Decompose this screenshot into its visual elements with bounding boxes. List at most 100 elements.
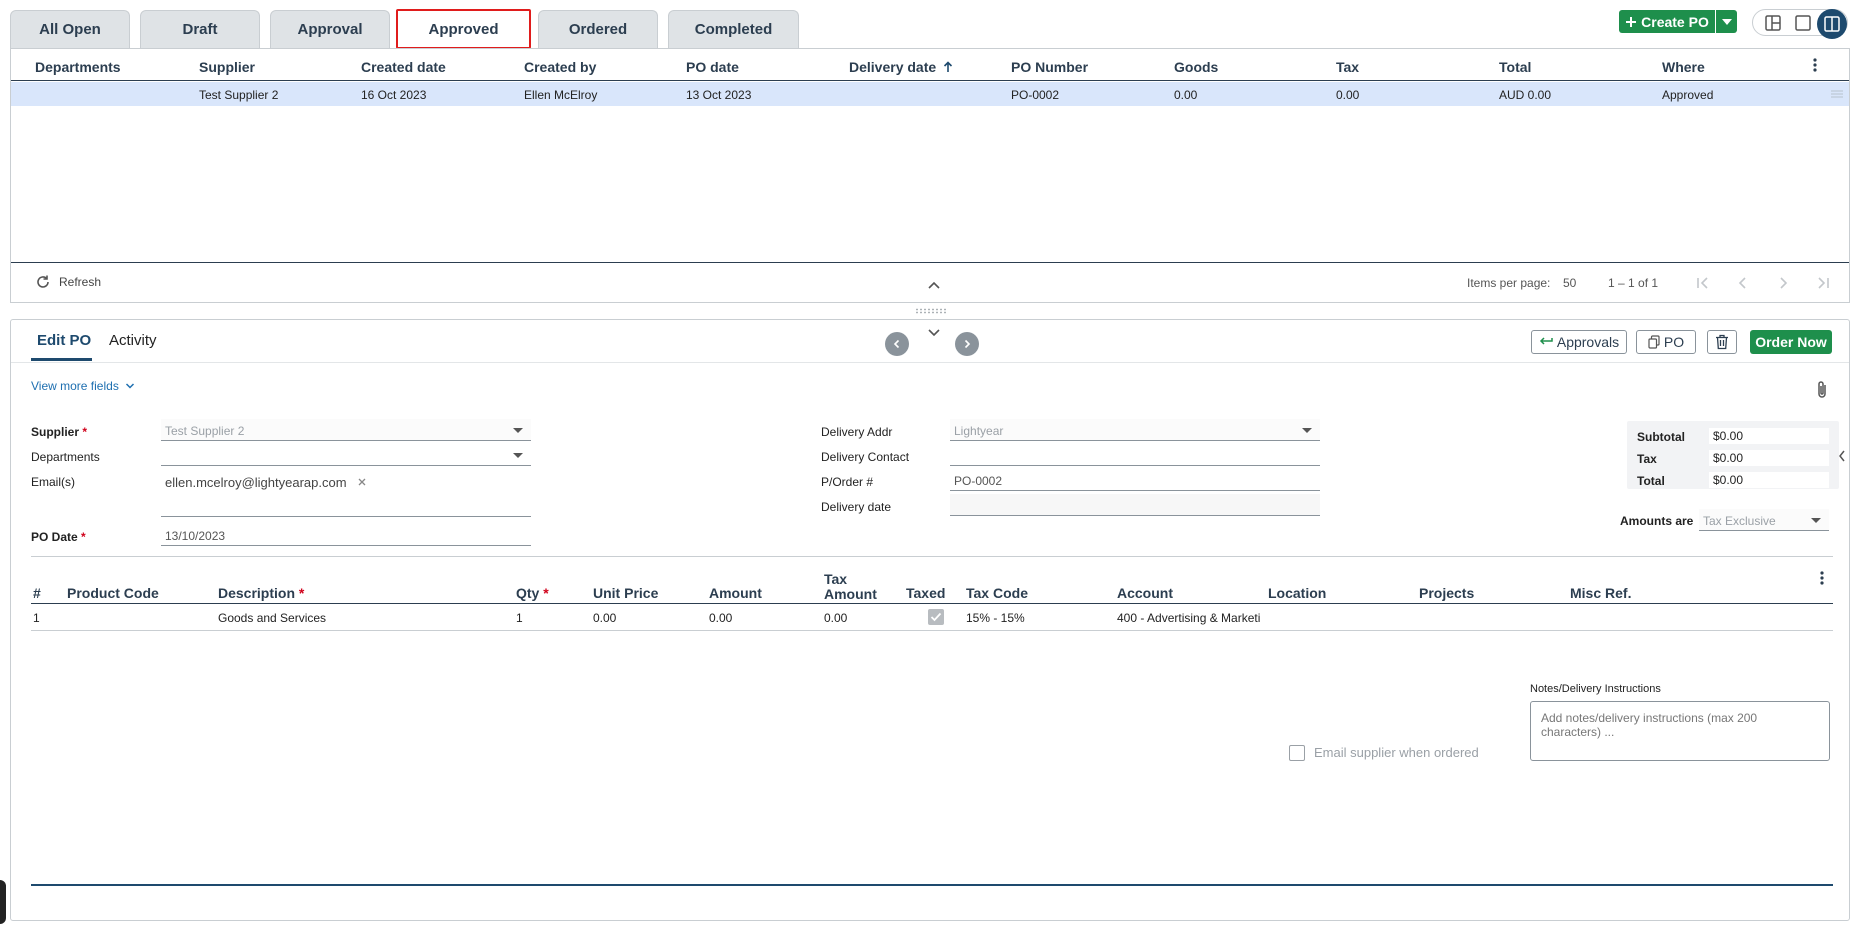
dropdown-arrow-icon bbox=[1302, 428, 1312, 433]
checkmark-icon bbox=[930, 612, 942, 622]
tab-completed[interactable]: Completed bbox=[668, 10, 799, 48]
cell-goods: 0.00 bbox=[1174, 88, 1198, 102]
form-divider bbox=[31, 556, 1833, 557]
panel-bottom-divider bbox=[31, 884, 1833, 886]
last-page-icon[interactable] bbox=[1815, 275, 1831, 291]
previous-po-button[interactable] bbox=[885, 332, 909, 356]
tab-approved[interactable]: Approved bbox=[396, 9, 531, 49]
amounts-are-label: Amounts are bbox=[1620, 514, 1694, 528]
pagination-range: 1 – 1 of 1 bbox=[1608, 276, 1659, 290]
sidebar-layout-button[interactable] bbox=[1817, 9, 1847, 39]
email-supplier-checkbox[interactable] bbox=[1289, 745, 1305, 761]
edit-po-panel: Edit PO Activity Approvals PO Order Now … bbox=[10, 319, 1850, 921]
amounts-are-select[interactable]: Tax Exclusive bbox=[1699, 509, 1829, 531]
notes-textarea[interactable]: Add notes/delivery instructions (max 200… bbox=[1530, 701, 1830, 761]
col-unit-price: Unit Price bbox=[593, 585, 659, 601]
tab-ordered[interactable]: Ordered bbox=[538, 10, 658, 48]
delivery-date-input[interactable] bbox=[950, 494, 1320, 516]
line-item-row[interactable]: 1 Goods and Services 1 0.00 0.00 0.00 15… bbox=[31, 605, 1833, 631]
email-supplier-label: Email supplier when ordered bbox=[1314, 745, 1479, 760]
po-grid: Departments Supplier Created date Create… bbox=[10, 48, 1850, 303]
cell-where: Approved bbox=[1662, 88, 1714, 102]
copy-icon bbox=[1648, 335, 1660, 349]
side-widget-handle[interactable] bbox=[0, 880, 6, 924]
line-tax-amount: 0.00 bbox=[824, 611, 848, 625]
table-row[interactable]: Test Supplier 2 16 Oct 2023 Ellen McElro… bbox=[11, 82, 1849, 106]
chevron-left-icon[interactable] bbox=[1837, 449, 1847, 463]
chevron-down-icon[interactable] bbox=[927, 328, 941, 338]
po-copy-button[interactable]: PO bbox=[1636, 330, 1696, 354]
total-label: Total bbox=[1637, 474, 1665, 488]
col-created-by[interactable]: Created by bbox=[524, 59, 596, 75]
active-tab-indicator bbox=[31, 358, 92, 361]
line-amount: 0.00 bbox=[709, 611, 733, 625]
tab-draft[interactable]: Draft bbox=[140, 10, 260, 48]
split-layout-button[interactable] bbox=[1764, 14, 1782, 32]
create-po-dropdown-button[interactable] bbox=[1716, 10, 1737, 33]
column-menu-icon[interactable] bbox=[1808, 57, 1822, 73]
col-po-number[interactable]: PO Number bbox=[1011, 59, 1088, 75]
previous-page-icon[interactable] bbox=[1735, 275, 1751, 291]
tax-total-value: $0.00 bbox=[1709, 450, 1829, 466]
single-layout-button[interactable] bbox=[1794, 14, 1812, 32]
col-departments[interactable]: Departments bbox=[35, 59, 121, 75]
tab-edit-po[interactable]: Edit PO bbox=[37, 332, 91, 349]
plus-icon bbox=[1626, 16, 1637, 27]
next-po-button[interactable] bbox=[955, 332, 979, 356]
tab-all-open[interactable]: All Open bbox=[10, 10, 130, 48]
order-now-button[interactable]: Order Now bbox=[1750, 330, 1832, 354]
col-taxed: Taxed bbox=[906, 585, 946, 601]
approvals-button[interactable]: Approvals bbox=[1531, 330, 1627, 354]
delivery-contact-label: Delivery Contact bbox=[821, 450, 910, 464]
delivery-contact-input[interactable] bbox=[950, 444, 1320, 466]
chevron-up-icon[interactable] bbox=[927, 280, 941, 290]
next-page-icon[interactable] bbox=[1775, 275, 1791, 291]
line-qty[interactable]: 1 bbox=[516, 611, 523, 625]
col-tax-code: Tax Code bbox=[966, 585, 1028, 601]
totals-box: Subtotal $0.00 Tax $0.00 Total $0.00 bbox=[1627, 421, 1839, 489]
resize-handle-icon[interactable] bbox=[915, 308, 947, 314]
col-total[interactable]: Total bbox=[1499, 59, 1531, 75]
dropdown-arrow-icon bbox=[513, 453, 523, 458]
delete-button[interactable] bbox=[1707, 330, 1737, 354]
refresh-button[interactable]: Refresh bbox=[35, 274, 101, 290]
required-asterisk: * bbox=[82, 425, 88, 439]
drag-handle-icon[interactable] bbox=[1831, 90, 1843, 98]
col-created-date[interactable]: Created date bbox=[361, 59, 446, 75]
view-more-fields-link[interactable]: View more fields bbox=[31, 379, 135, 393]
notes-label: Notes/Delivery Instructions bbox=[1530, 683, 1661, 695]
paperclip-icon[interactable] bbox=[1815, 380, 1829, 400]
line-unit-price[interactable]: 0.00 bbox=[593, 611, 616, 625]
po-date-label: PO Date * bbox=[31, 530, 86, 544]
delivery-addr-select[interactable]: Lightyear bbox=[950, 419, 1320, 441]
col-where[interactable]: Where bbox=[1662, 59, 1705, 75]
line-description[interactable]: Goods and Services bbox=[218, 611, 326, 625]
po-date-input[interactable]: 13/10/2023 bbox=[161, 524, 531, 546]
cell-po-number: PO-0002 bbox=[1011, 88, 1060, 102]
chevron-down-icon bbox=[125, 383, 134, 389]
create-po-button[interactable]: Create PO bbox=[1619, 10, 1715, 33]
first-page-icon[interactable] bbox=[1695, 275, 1711, 291]
tab-approval[interactable]: Approval bbox=[270, 10, 390, 48]
items-per-page-select[interactable]: 50 bbox=[1563, 276, 1576, 290]
col-goods[interactable]: Goods bbox=[1174, 59, 1218, 75]
col-line-number: # bbox=[33, 585, 41, 601]
col-delivery-date[interactable]: Delivery date bbox=[849, 59, 953, 75]
tab-activity[interactable]: Activity bbox=[109, 332, 157, 349]
porder-label: P/Order # bbox=[821, 475, 874, 489]
close-icon[interactable] bbox=[357, 477, 367, 487]
porder-input[interactable]: PO-0002 bbox=[950, 469, 1320, 491]
col-tax-amount: Tax Amount bbox=[824, 571, 877, 602]
delivery-date-label: Delivery date bbox=[821, 500, 892, 514]
emails-field[interactable]: ellen.mcelroy@lightyearap.com bbox=[161, 468, 531, 517]
line-tax-code[interactable]: 15% - 15% bbox=[966, 611, 1025, 625]
departments-select[interactable] bbox=[161, 444, 531, 466]
trash-icon bbox=[1716, 334, 1728, 350]
supplier-select[interactable]: Test Supplier 2 bbox=[161, 419, 531, 441]
col-tax[interactable]: Tax bbox=[1336, 59, 1359, 75]
column-menu-icon[interactable] bbox=[1815, 570, 1829, 586]
line-account[interactable]: 400 - Advertising & Marketi bbox=[1117, 611, 1264, 625]
taxed-checkbox[interactable] bbox=[928, 609, 944, 625]
col-po-date[interactable]: PO date bbox=[686, 59, 739, 75]
col-supplier[interactable]: Supplier bbox=[199, 59, 255, 75]
